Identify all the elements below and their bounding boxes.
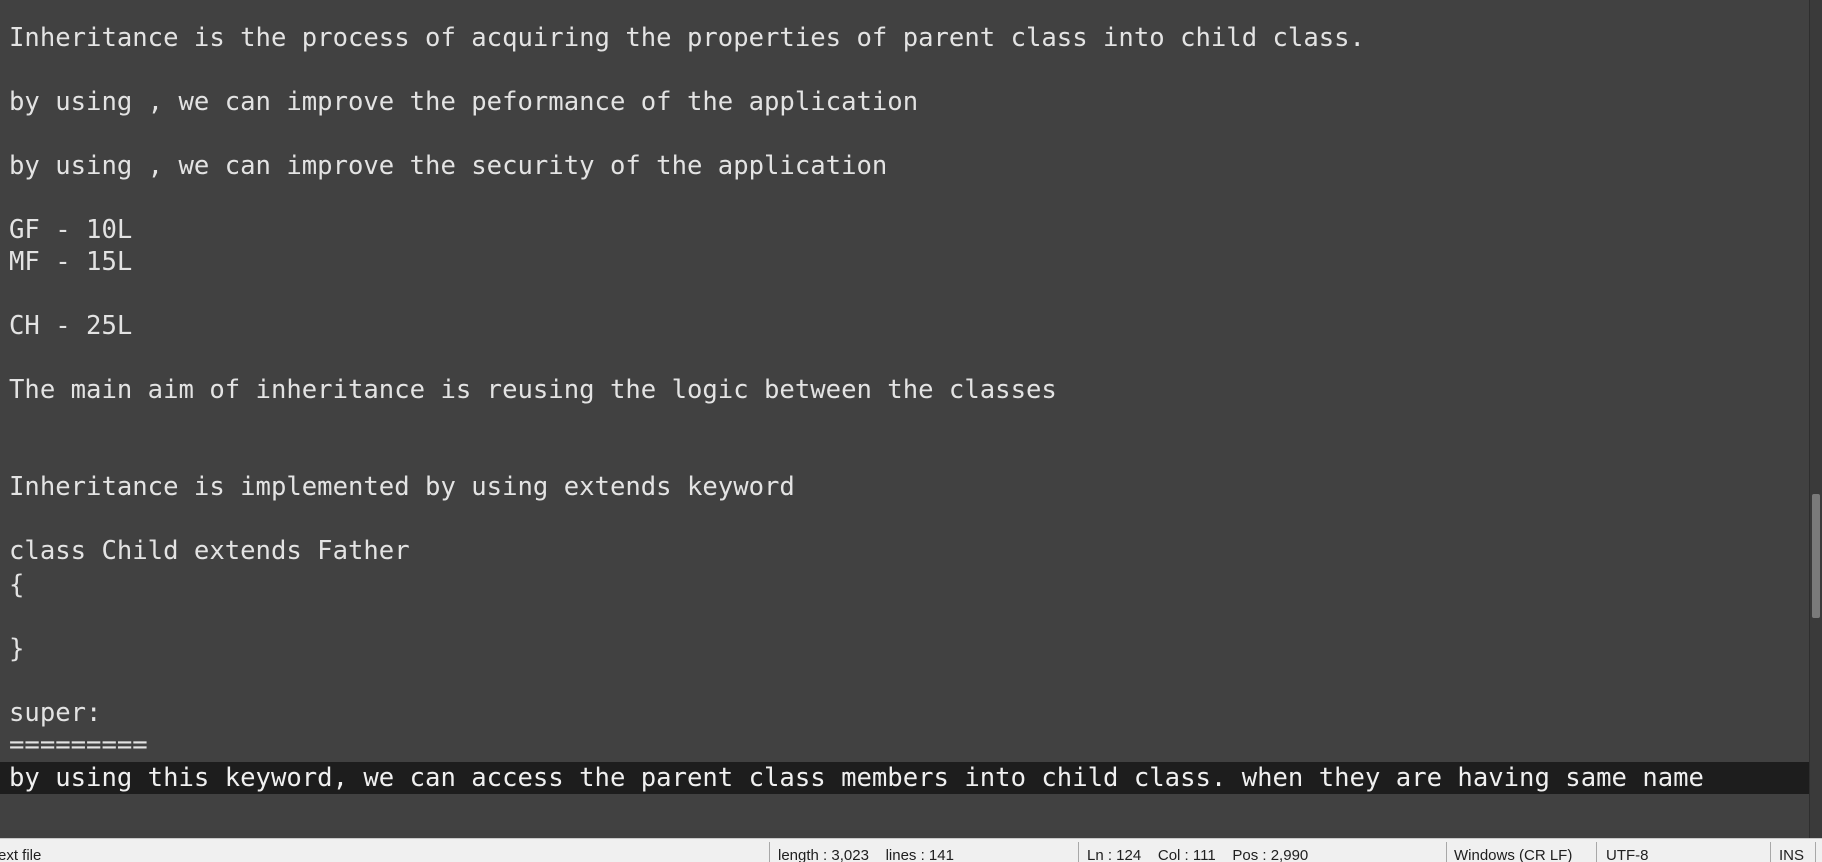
editor-line-current[interactable]: by using this keyword, we can access the… (9, 762, 1704, 794)
current-line[interactable]: by using this keyword, we can access the… (0, 762, 1810, 794)
editor-line[interactable]: Inheritance is the process of acquiring … (9, 22, 1365, 54)
text-editor-area[interactable]: Inheritance is the process of acquiring … (0, 0, 1810, 838)
editor-line[interactable]: class Child extends Father (9, 535, 410, 567)
status-file-type: ext file (0, 847, 42, 862)
status-encoding[interactable]: UTF-8 (1606, 839, 1649, 862)
status-length-lines: length : 3,023 lines : 141 (778, 847, 954, 862)
editor-line[interactable]: by using , we can improve the security o… (9, 150, 887, 182)
editor-line[interactable]: by using , we can improve the peformance… (9, 86, 918, 118)
editor-line[interactable]: } (9, 633, 24, 665)
status-divider (1596, 842, 1597, 862)
notepad-plus-plus-window: Inheritance is the process of acquiring … (0, 0, 1822, 862)
editor-line[interactable]: CH - 25L (9, 310, 132, 342)
editor-line[interactable]: GF - 10L (9, 214, 132, 246)
status-divider (1815, 842, 1816, 862)
status-eol-format[interactable]: Windows (CR LF) (1454, 839, 1572, 862)
status-divider (1446, 842, 1447, 862)
status-cursor-position: Ln : 124 Col : 111 Pos : 2,990 (1087, 847, 1309, 862)
editor-line[interactable]: ========= (9, 729, 148, 761)
editor-line[interactable]: MF - 15L (9, 246, 132, 278)
editor-line[interactable]: super: (9, 697, 101, 729)
status-divider (769, 842, 770, 862)
editor-line[interactable]: Inheritance is implemented by using exte… (9, 471, 795, 503)
status-insert-mode[interactable]: INS (1779, 839, 1804, 862)
editor-line[interactable]: The main aim of inheritance is reusing t… (9, 374, 1057, 406)
status-bar: ext file length : 3,023 lines : 141 Ln :… (0, 838, 1822, 862)
status-divider (1770, 842, 1771, 862)
vertical-scrollbar[interactable] (1809, 0, 1822, 838)
status-divider (1078, 842, 1079, 862)
editor-line[interactable]: { (9, 569, 24, 601)
scrollbar-thumb[interactable] (1812, 494, 1820, 618)
